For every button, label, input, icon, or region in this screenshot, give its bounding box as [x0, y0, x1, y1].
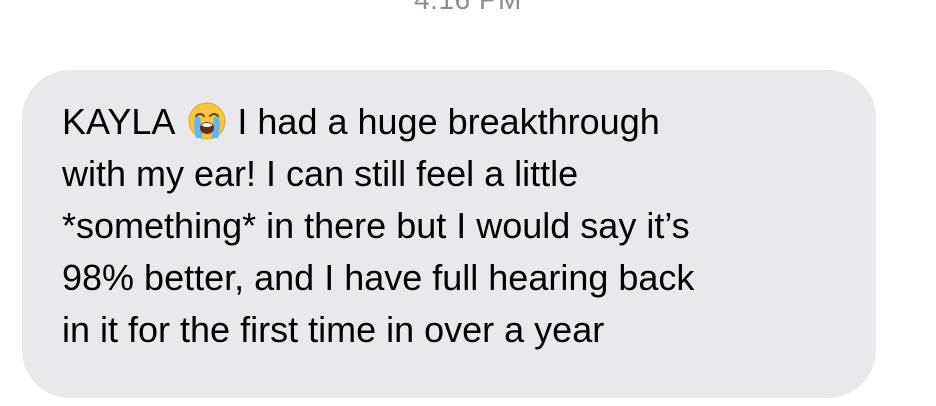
message-line-4: 98% better, and I have full hearing back — [62, 257, 695, 298]
message-line-5: in it for the first time in over a year — [62, 309, 605, 350]
message-line-1: KAYLA I had a huge breakthrough — [62, 96, 852, 148]
message-line-2: with my ear! I can still feel a little — [62, 153, 579, 194]
loudly-crying-face-icon — [187, 101, 227, 141]
message-line-1-text: I had a huge breakthrough — [237, 101, 660, 142]
messages-screen: 4:16 PM KAYLA I had a huge breakthrough … — [0, 0, 936, 406]
sender-prefix: KAYLA — [62, 101, 176, 142]
message-line-3: *something* in there but I would say it’… — [62, 205, 690, 246]
message-timestamp: 4:16 PM — [0, 0, 936, 14]
message-text: KAYLA I had a huge breakthrough with my … — [62, 96, 852, 356]
